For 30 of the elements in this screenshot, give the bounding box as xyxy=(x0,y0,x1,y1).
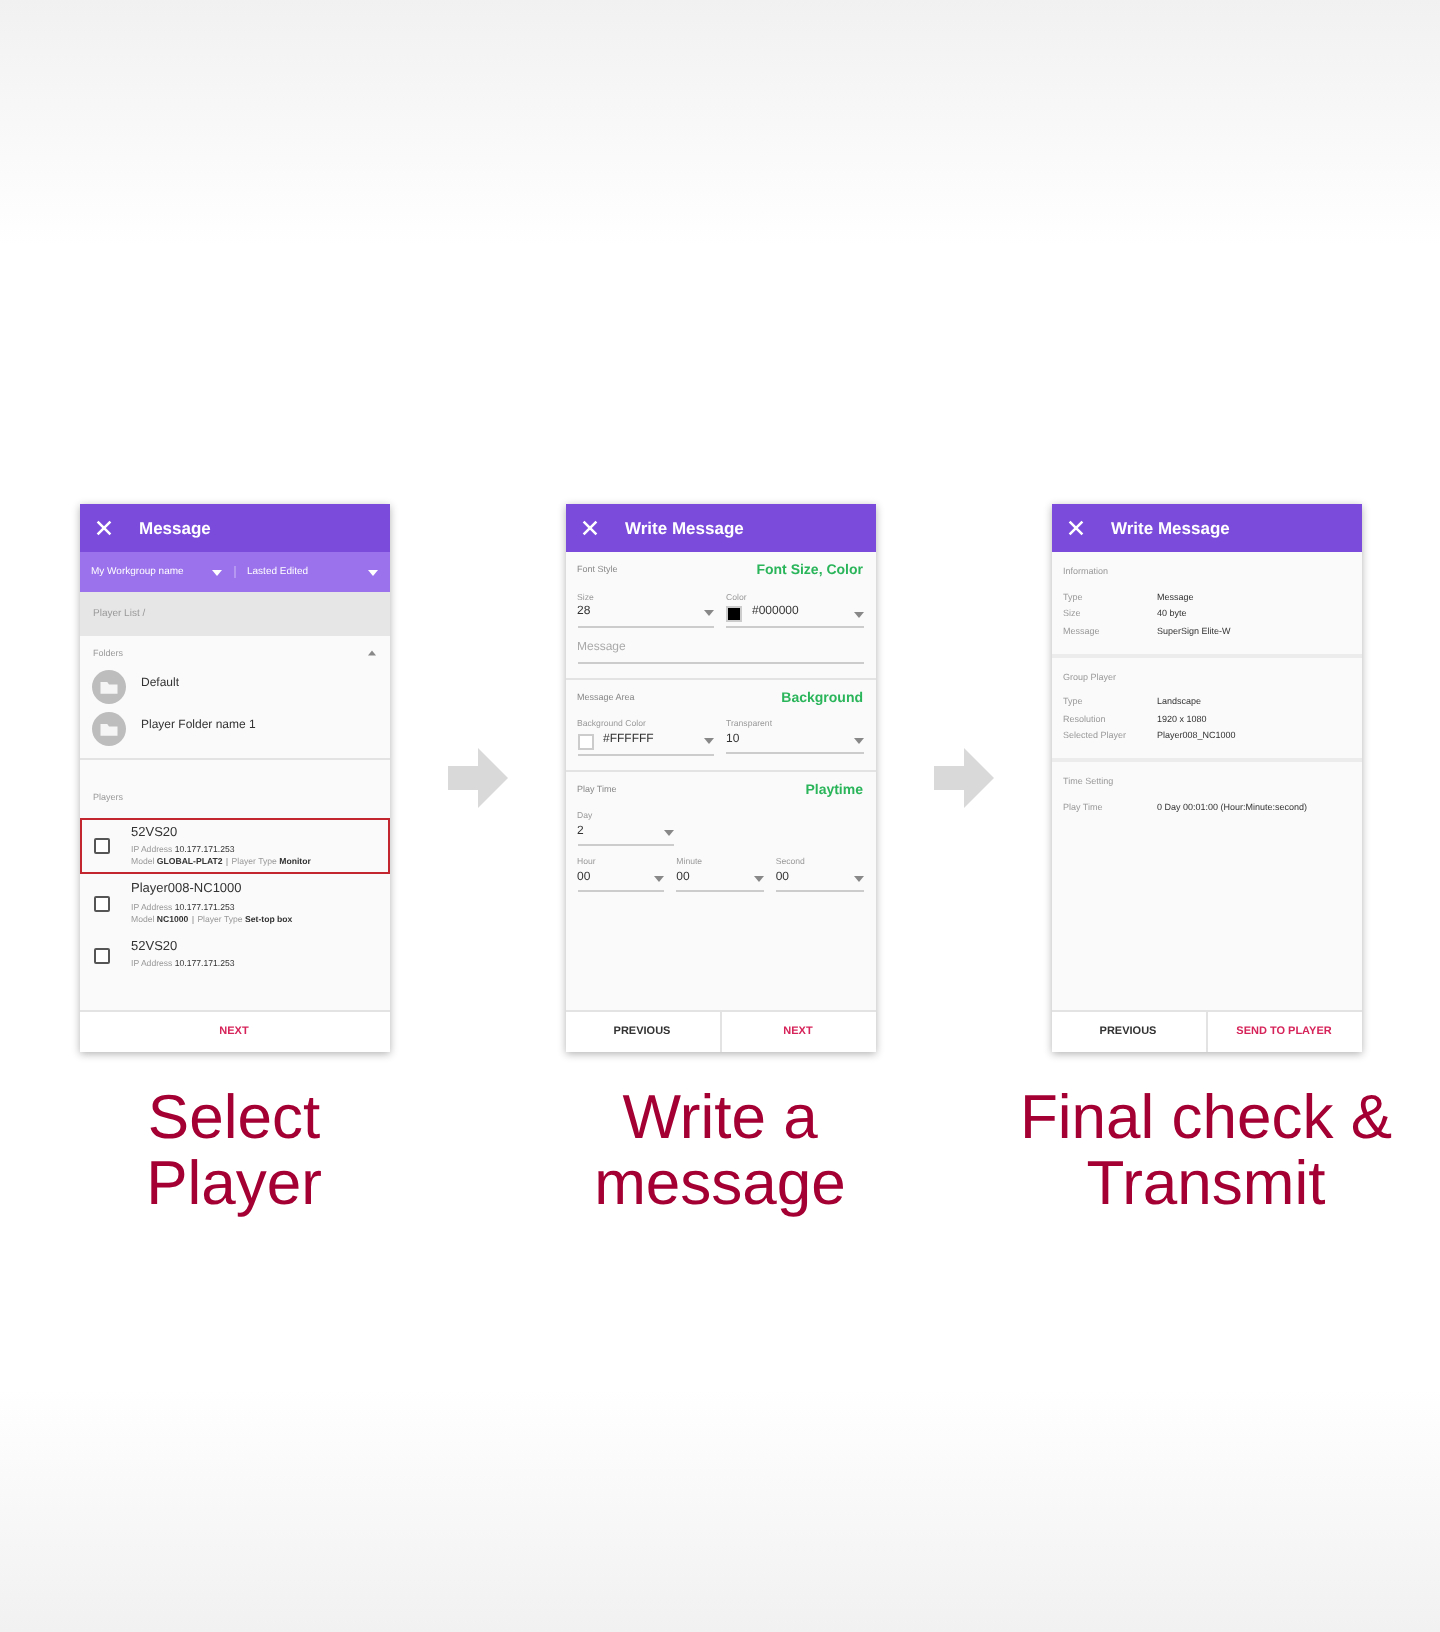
caret-icon xyxy=(704,610,714,617)
screen-title: Message xyxy=(139,517,211,539)
step-caption: Write a xyxy=(622,1084,818,1150)
screen-title: Write Message xyxy=(625,517,744,539)
caret-icon xyxy=(853,737,863,744)
step-caption: Select xyxy=(147,1084,321,1150)
close-icon[interactable] xyxy=(95,520,111,536)
step-caption: Transmit xyxy=(1086,1150,1326,1216)
arrow-icon xyxy=(933,748,993,808)
caret-icon xyxy=(753,875,764,882)
folder-icon xyxy=(91,711,125,746)
caret-icon xyxy=(853,611,863,618)
folder-icon xyxy=(91,669,125,704)
caret-icon xyxy=(704,738,714,745)
step-caption: message xyxy=(594,1150,846,1216)
screen-title: Write Message xyxy=(1111,517,1230,539)
caret-icon xyxy=(211,569,221,575)
step-caption: Final check & xyxy=(1019,1084,1393,1150)
checkbox[interactable] xyxy=(93,838,109,855)
caret-icon xyxy=(853,875,864,882)
checkbox[interactable] xyxy=(93,947,109,964)
close-icon[interactable] xyxy=(1067,520,1083,536)
caret-icon xyxy=(663,830,673,837)
caret-icon xyxy=(367,569,377,575)
step-caption: Player xyxy=(146,1150,322,1216)
close-icon[interactable] xyxy=(581,520,597,536)
caret-icon xyxy=(654,875,665,882)
checkbox[interactable] xyxy=(93,895,109,912)
collapse-icon[interactable] xyxy=(367,650,375,657)
arrow-icon xyxy=(447,748,507,808)
